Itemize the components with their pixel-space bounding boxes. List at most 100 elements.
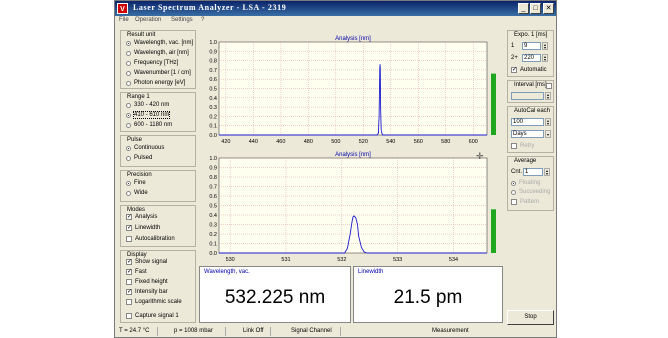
display-check[interactable]: ✓ [126,259,132,265]
interval-checkbox[interactable] [546,83,552,89]
minimize-button[interactable]: _ [518,3,529,14]
result-unit-radio[interactable]: Frequency [THz] [126,60,178,66]
autocal-spinner[interactable]: ▴ ▾ [545,118,551,126]
capture-signal-checkbox[interactable]: Capture signal 1 [126,313,179,319]
succeeding-radio[interactable]: Succeeding [511,189,550,195]
capture-check[interactable] [126,313,132,319]
y-tick-label: 0.8 [209,59,217,65]
mode-checkbox[interactable]: Autocalibration [126,236,175,242]
succeeding-radio-dot[interactable] [511,189,516,195]
result-unit-radio-dot[interactable] [126,70,131,76]
result-unit-radio-dot[interactable] [126,50,131,56]
modes-title: Modes [127,207,146,213]
interval-spinner[interactable]: ▴ ▾ [545,92,551,100]
display-check[interactable]: ✓ [126,289,132,295]
menu-file[interactable]: File [119,17,129,23]
floating-label: Floating [519,180,541,186]
result-unit-radio[interactable]: Wavelength, vac. [nm] [126,40,193,46]
x-tick-label: 580 [441,139,450,145]
display-checkbox[interactable]: Logarithmic scale [126,299,182,305]
display-option-label: Logarithmic scale [135,299,182,305]
x-tick-label: 532 [337,257,346,263]
y-tick-label: 0.1 [209,242,217,248]
display-checkbox[interactable]: ✓ Intensity bar [126,289,168,295]
range-radio-dot[interactable] [126,102,131,108]
result-unit-radio-dot[interactable] [126,40,131,46]
result-unit-radio[interactable]: Photon energy [eV] [126,80,185,86]
display-check[interactable] [126,279,132,285]
pattern-check[interactable] [511,199,517,205]
range-radio[interactable]: 330 - 420 nm [126,102,169,108]
display-option-label: Intensity bar [135,289,168,295]
mode-option-label: Analysis [135,214,158,220]
average-cnt-spinner[interactable]: ▴ ▾ [544,168,550,176]
retry-checkbox[interactable]: Retry [511,143,534,149]
result-unit-option-label: Wavenumber [1 / cm] [134,70,191,76]
title-bar[interactable]: V Laser Spectrum Analyzer - LSA - 2319 _… [115,1,556,16]
display-checkbox[interactable]: ✓ Show signal [126,259,167,265]
average-cnt-field[interactable]: 1 [523,168,543,176]
mode-checkbox[interactable]: ✓ Analysis [126,214,157,220]
result-unit-option-label: Photon energy [eV] [134,80,186,86]
result-unit-radio-dot[interactable] [126,60,131,66]
display-check[interactable]: ✓ [126,269,132,275]
mode-check[interactable]: ✓ [126,225,132,231]
chevron-down-icon[interactable]: ▾ [545,130,551,138]
result-unit-radio[interactable]: Wavelength, air [nm] [126,50,189,56]
x-tick-label: 533 [393,257,402,263]
analysis-plot-zoom[interactable]: Analysis [nm] 0.0 0.1 0.2 0.3 0.4 0.5 0.6 0.7 0.8… [199,148,503,265]
menu-operation[interactable]: Operation [135,17,161,23]
crosshair-icon[interactable]: ✛ [476,151,484,162]
stop-button[interactable]: Stop [507,310,554,325]
mode-checkbox[interactable]: ✓ Linewidth [126,225,160,231]
analysis-plot-overview[interactable]: Analysis [nm] 0.0 0.1 0.2 0.3 0.4 0.5 0.6 0.7 0.8… [199,32,503,147]
retry-check[interactable] [511,143,517,149]
expo-1-field[interactable]: 9 [522,42,541,50]
range-radio-dot[interactable] [126,122,131,128]
floating-radio-dot[interactable] [511,180,516,186]
floating-radio[interactable]: Floating [511,180,540,186]
autocal-value-field[interactable]: 100 [511,118,544,126]
range-radio[interactable]: 410 - 610 nm [126,111,171,119]
pulse-radio-dot[interactable] [126,145,131,151]
precision-radio[interactable]: Fine [126,180,146,186]
maximize-button[interactable]: □ [530,3,541,14]
pattern-checkbox[interactable]: Pattern [511,199,539,205]
close-button[interactable]: ✕ [543,3,554,14]
automatic-checkbox[interactable]: ✓ Automatic [511,67,547,73]
range-radio-dot[interactable] [126,112,131,118]
expo-1-spinner[interactable]: ▴ ▾ [542,42,548,50]
pulse-radio[interactable]: Pulsed [126,155,152,161]
result-unit-option-label: Frequency [THz] [134,60,179,66]
y-tick-label: 0.7 [209,185,217,191]
precision-radio-dot[interactable] [126,180,131,186]
mode-check[interactable]: ✓ [126,214,132,220]
result-unit-radio-dot[interactable] [126,80,131,86]
result-unit-radio[interactable]: Wavenumber [1 / cm] [126,70,191,76]
mode-check[interactable] [126,236,132,242]
y-tick-label: 0.9 [209,166,217,172]
range-title: Range 1 [127,94,150,100]
status-separator [225,327,226,336]
pulse-radio[interactable]: Continuous [126,145,164,151]
interval-field[interactable] [511,92,544,100]
menu-help[interactable]: ? [201,17,204,23]
display-checkbox[interactable]: ✓ Fast [126,269,147,275]
x-tick-label: 534 [449,257,458,263]
range-radio[interactable]: 600 - 1180 nm [126,122,172,128]
pulse-radio-dot[interactable] [126,155,131,161]
menu-settings[interactable]: Settings [171,17,193,23]
range-group: Range 1 330 - 420 nm 410 - 610 nm 600 - 11… [120,92,196,132]
y-tick-label: 1.0 [209,40,217,46]
display-checkbox[interactable]: Fixed height [126,279,168,285]
precision-radio-dot[interactable] [126,190,131,196]
y-tick-label: 0.0 [209,133,217,139]
automatic-check[interactable]: ✓ [511,67,517,73]
status-measurement: Measurement [432,328,469,334]
expo-2-spinner[interactable]: ▴ ▾ [542,54,548,62]
expo-2-field[interactable]: 220 [522,54,541,62]
display-check[interactable] [126,299,132,305]
status-bar: T = 24.7 °C p = 1008 mbar Link Off Signa… [115,326,556,337]
autocal-unit-select[interactable]: Days [511,130,544,138]
precision-radio[interactable]: Wide [126,190,148,196]
